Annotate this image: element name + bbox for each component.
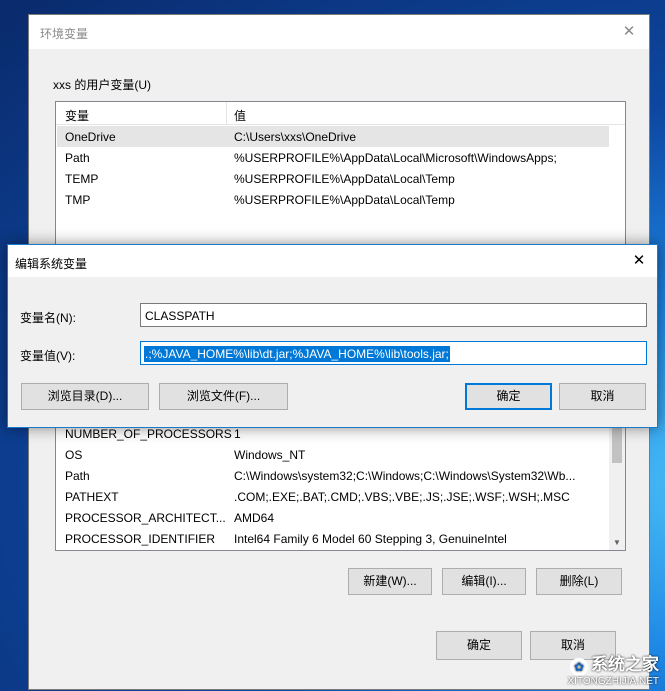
variable-value: Intel64 Family 6 Model 60 Stepping 3, Ge… (234, 532, 507, 546)
variable-name: OneDrive (65, 130, 116, 144)
ok-button[interactable]: 确定 (436, 631, 522, 660)
watermark-brand: 系统之家 (591, 654, 659, 674)
list-item[interactable]: TMP %USERPROFILE%\AppData\Local\Temp (57, 189, 609, 210)
variable-value-selection: .;%JAVA_HOME%\lib\dt.jar;%JAVA_HOME%\lib… (144, 346, 450, 362)
variable-value: %USERPROFILE%\AppData\Local\Microsoft\Wi… (234, 151, 557, 165)
edit-system-variable-dialog: 编辑系统变量 ✕ 变量名(N): CLASSPATH 变量值(V): .;%JA… (7, 244, 658, 428)
variable-value-field[interactable]: .;%JAVA_HOME%\lib\dt.jar;%JAVA_HOME%\lib… (140, 341, 647, 365)
watermark-url: XITONGZHIJIA.NET (567, 676, 660, 687)
watermark: ✿ 系统之家 XITONGZHIJIA.NET (568, 650, 660, 687)
variable-value: %USERPROFILE%\AppData\Local\Temp (234, 193, 455, 207)
variable-name: Path (65, 151, 90, 165)
variable-name-label: 变量名(N): (20, 311, 76, 325)
title-bar: 环境变量 ✕ (29, 15, 649, 49)
dialog-ok-button[interactable]: 确定 (465, 383, 552, 410)
watermark-logo-icon: ✿ (570, 658, 588, 676)
dialog-cancel-button[interactable]: 取消 (559, 383, 646, 410)
variable-name: Path (65, 469, 90, 483)
variable-name: NUMBER_OF_PROCESSORS (65, 427, 232, 441)
variable-value: 1 (234, 427, 241, 441)
list-item[interactable]: Path %USERPROFILE%\AppData\Local\Microso… (57, 147, 609, 168)
scroll-down-icon[interactable]: ▼ (609, 536, 625, 550)
variable-name-value: CLASSPATH (145, 309, 215, 323)
variable-value: AMD64 (234, 511, 275, 525)
variable-value: %USERPROFILE%\AppData\Local\Temp (234, 172, 455, 186)
variable-value: C:\Users\xxs\OneDrive (234, 130, 357, 144)
browse-directory-button[interactable]: 浏览目录(D)... (21, 383, 149, 410)
close-icon[interactable]: ✕ (627, 250, 651, 272)
column-divider[interactable] (226, 102, 227, 124)
list-item[interactable]: Path C:\Windows\system32;C:\Windows;C:\W… (57, 465, 609, 486)
list-item[interactable]: PROCESSOR_ARCHITECT... AMD64 (57, 507, 609, 528)
list-item[interactable]: TEMP %USERPROFILE%\AppData\Local\Temp (57, 168, 609, 189)
variable-name: PROCESSOR_ARCHITECT... (65, 511, 226, 525)
dialog-title: 编辑系统变量 (15, 257, 88, 271)
close-icon[interactable]: ✕ (617, 21, 641, 43)
variable-value-label: 变量值(V): (20, 349, 76, 363)
variable-name: TMP (65, 193, 91, 207)
edit-system-variable-button[interactable]: 编辑(I)... (442, 568, 526, 595)
list-item[interactable]: OneDrive C:\Users\xxs\OneDrive (57, 126, 609, 147)
browse-file-button[interactable]: 浏览文件(F)... (159, 383, 288, 410)
column-header-value[interactable]: 值 (234, 107, 246, 124)
window-title: 环境变量 (40, 27, 89, 41)
title-bar: 编辑系统变量 ✕ (8, 245, 657, 277)
vertical-scrollbar[interactable]: ▼ (609, 411, 625, 550)
user-variables-list[interactable]: 变量 值 OneDrive C:\Users\xxs\OneDrive Path… (55, 101, 626, 249)
list-item[interactable]: PROCESSOR_IDENTIFIER Intel64 Family 6 Mo… (57, 528, 609, 549)
list-header: 变量 值 (56, 102, 625, 125)
list-item[interactable]: OS Windows_NT (57, 444, 609, 465)
variable-name: PROCESSOR_IDENTIFIER (65, 532, 216, 546)
variable-value: .COM;.EXE;.BAT;.CMD;.VBS;.VBE;.JS;.JSE;.… (234, 490, 570, 504)
new-system-variable-button[interactable]: 新建(W)... (348, 568, 432, 595)
variable-name: OS (65, 448, 83, 462)
user-variables-label: xxs 的用户变量(U) (53, 78, 151, 92)
delete-system-variable-button[interactable]: 删除(L) (536, 568, 622, 595)
list-item[interactable]: PATHEXT .COM;.EXE;.BAT;.CMD;.VBS;.VBE;.J… (57, 486, 609, 507)
variable-name: PATHEXT (65, 490, 119, 504)
column-header-variable[interactable]: 变量 (65, 107, 89, 124)
system-variables-list[interactable]: NUMBER_OF_PROCESSORS 1 OS Windows_NT Pat… (55, 411, 626, 551)
variable-value: Windows_NT (234, 448, 306, 462)
variable-name: TEMP (65, 172, 99, 186)
variable-name-field[interactable]: CLASSPATH (140, 303, 647, 327)
variable-value: C:\Windows\system32;C:\Windows;C:\Window… (234, 469, 576, 483)
